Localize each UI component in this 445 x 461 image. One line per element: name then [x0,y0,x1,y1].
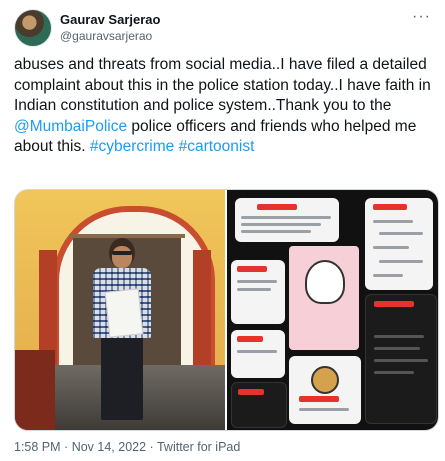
redaction-bar [257,204,297,210]
message-line [374,371,414,374]
profile-image [311,366,339,394]
avatar[interactable] [14,9,52,47]
user-handle[interactable]: @gauravsarjerao [60,29,160,44]
display-name[interactable]: Gaurav Sarjerao [60,12,160,28]
redaction-bar [237,266,267,272]
skull-drawing [305,260,345,304]
message-line [374,347,420,350]
message-line [373,274,403,277]
collage-comment-card [231,330,285,378]
person-glasses [112,251,132,255]
message-line [241,216,331,219]
collage-poster [289,246,359,350]
tweet-media [14,189,439,431]
tweet-date[interactable]: Nov 14, 2022 [72,440,146,454]
message-line [373,246,409,249]
collage-chat-card [365,198,433,290]
message-line [374,359,428,362]
person-face [112,246,132,268]
message-line [374,335,424,338]
redaction-bar [299,396,339,402]
tweet-source: Twitter for iPad [156,440,241,454]
photo-pillar-right [193,250,211,370]
collage-dark-card [231,382,287,428]
tweet-footer: 1:58 PM · Nov 14, 2022 · Twitter for iPa… [14,440,240,454]
message-line [237,280,277,283]
redaction-bar [238,389,264,395]
more-horizontal-icon[interactable]: ··· [412,8,431,26]
message-line [379,260,423,263]
hashtag-cybercrime[interactable]: #cybercrime [90,138,174,155]
separator-dot: · [64,440,69,454]
collage-profile-card [289,356,361,424]
redaction-bar [374,301,414,307]
complaint-paper [104,288,144,338]
tweet: Gaurav Sarjerao @gauravsarjerao ··· abus… [0,0,445,461]
photo-rail [15,350,55,430]
message-line [299,408,349,411]
message-line [241,230,311,233]
hashtag-cartoonist[interactable]: #cartoonist [179,138,255,155]
mention-link[interactable]: @MumbaiPolice [14,118,127,135]
tweet-text-part-1: abuses and threats from social media..I … [14,56,431,114]
redaction-bar [237,336,263,342]
message-line [373,220,413,223]
collage-dark-chat [365,294,437,424]
collage-comment-card [231,260,285,324]
message-line [379,232,423,235]
message-line [237,288,271,291]
redaction-bar [373,204,407,210]
tweet-header: Gaurav Sarjerao @gauravsarjerao [14,8,160,48]
tweet-text: abuses and threats from social media..I … [14,55,434,158]
man-holding-complaint-letter-photo[interactable] [15,190,225,430]
screenshots-collage-photo[interactable] [227,190,438,430]
tweet-time[interactable]: 1:58 PM [14,440,61,454]
author-names: Gaurav Sarjerao @gauravsarjerao [60,12,160,43]
message-line [241,223,321,226]
message-line [237,350,277,353]
separator-dot: · [149,440,154,454]
person-pants [101,336,143,420]
collage-message-card [235,198,339,242]
